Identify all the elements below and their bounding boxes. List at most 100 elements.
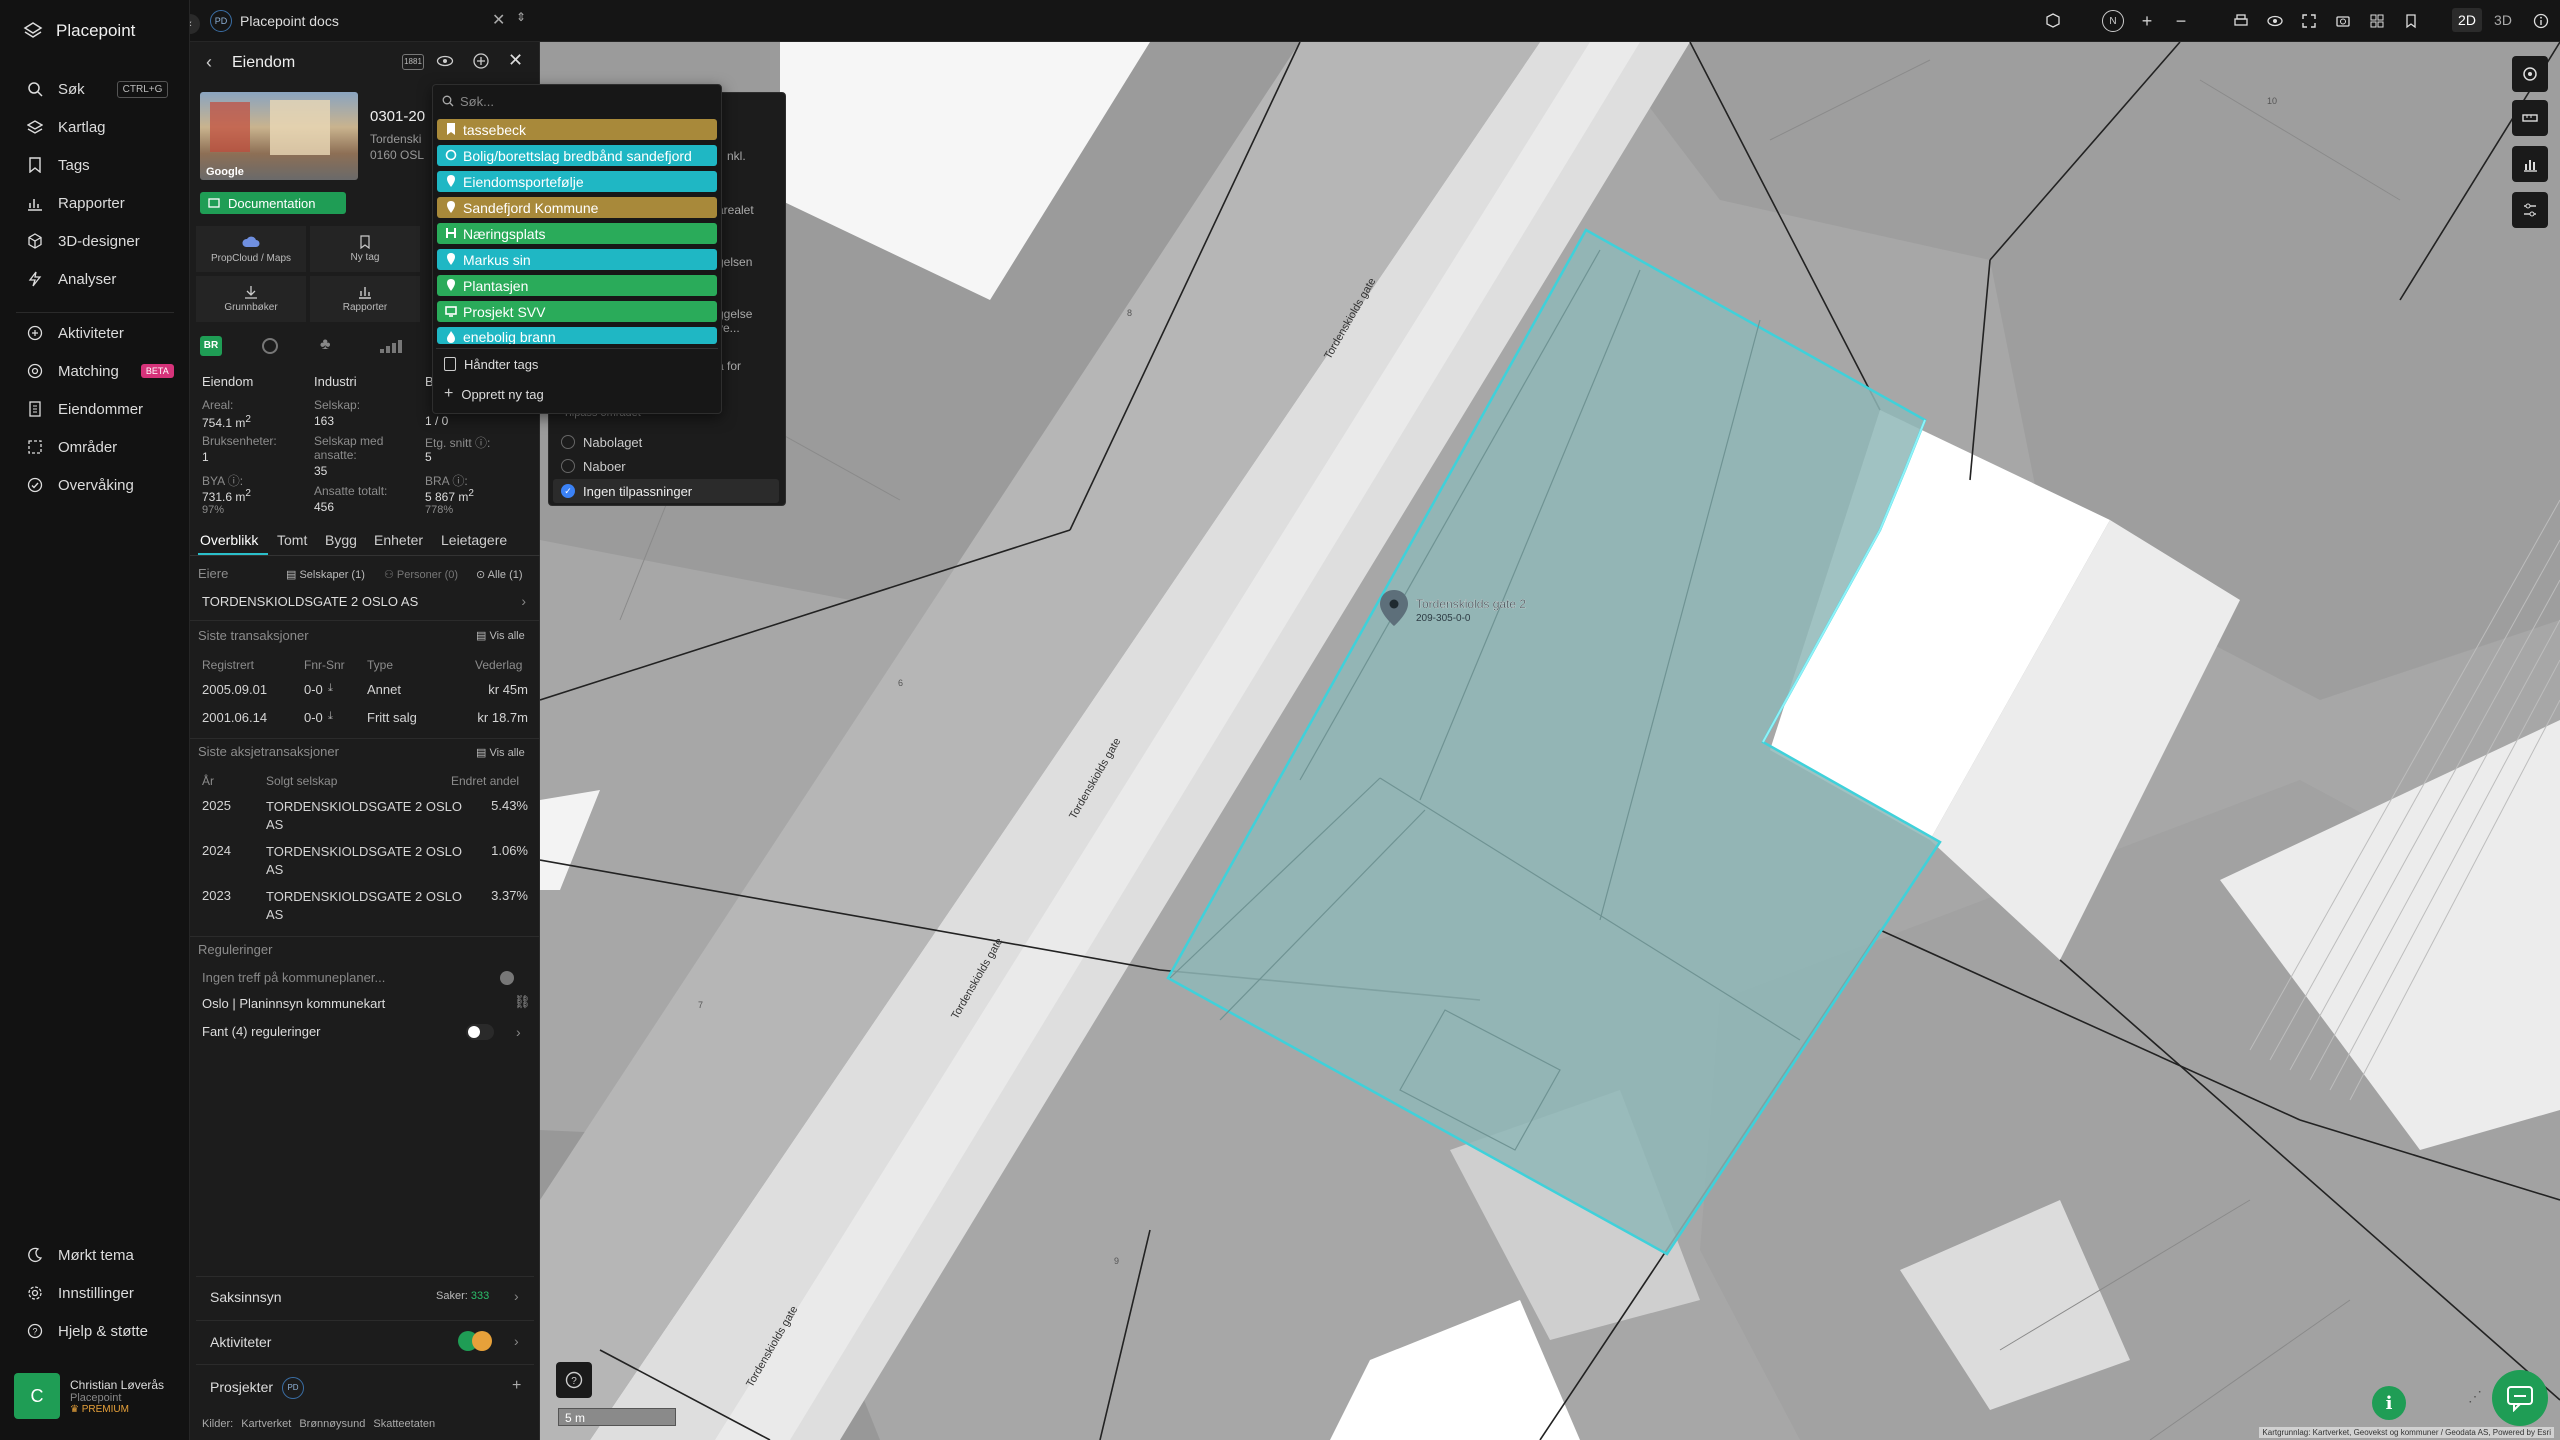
- help-button[interactable]: [2526, 6, 2556, 36]
- info-button[interactable]: i: [2372, 1386, 2406, 1420]
- map-layers-tool[interactable]: [2512, 56, 2548, 92]
- tag-option[interactable]: enebolig brann: [437, 327, 717, 344]
- sidebar-item-omrader[interactable]: Områder: [0, 428, 190, 466]
- panel-back-button[interactable]: ‹: [206, 52, 212, 73]
- br-badge[interactable]: BR: [200, 336, 222, 356]
- map-help-button[interactable]: ?: [556, 1362, 592, 1398]
- tag-option[interactable]: Bolig/borettslag bredbånd sandefjord: [437, 145, 717, 166]
- tag-option[interactable]: Prosjekt SVV: [437, 301, 717, 322]
- tag-option[interactable]: Eiendomsportefølje: [437, 171, 717, 192]
- expand-icon[interactable]: ⇕: [516, 10, 526, 24]
- sidebar-item-3d-designer[interactable]: 3D-designer: [0, 222, 190, 260]
- table-row[interactable]: 2005.09.01 0-0 ⤓ Annet kr 45m: [196, 676, 532, 702]
- owners-filter-all[interactable]: ⊙ Alle (1): [476, 568, 523, 581]
- sidebar-item-help[interactable]: ? Hjelp & støtte: [0, 1312, 190, 1350]
- regulations-toggle[interactable]: [466, 1024, 494, 1040]
- download-icon[interactable]: ⤓: [328, 710, 333, 723]
- tab-enheter[interactable]: Enheter: [374, 532, 423, 548]
- panel-add-button[interactable]: [472, 52, 490, 75]
- tab-bygg[interactable]: Bygg: [325, 532, 357, 548]
- map-canvas[interactable]: Tordenskiolds gate 2 209-305-0-0 Tordens…: [540, 42, 2560, 1440]
- tag-search-input[interactable]: Søk...: [436, 90, 718, 112]
- rapporter-action[interactable]: Rapporter: [310, 276, 420, 322]
- sidebar-item-kartlag[interactable]: Kartlag: [0, 108, 190, 146]
- manage-tags-button[interactable]: Håndter tags: [440, 352, 716, 376]
- tag-option[interactable]: Sandefjord Kommune: [437, 197, 717, 218]
- tab-tomt[interactable]: Tomt: [277, 532, 307, 548]
- sidebar-item-aktiviteter[interactable]: Aktiviteter: [0, 314, 190, 352]
- chat-button[interactable]: [2492, 1370, 2548, 1426]
- grunnboker-action[interactable]: Grunnbøker: [196, 276, 306, 322]
- share-tx-view-all[interactable]: ▤ Vis alle: [476, 746, 525, 759]
- source-skatteetaten[interactable]: Skatteetaten: [373, 1418, 435, 1430]
- sidebar-item-matching[interactable]: Matching BETA: [0, 352, 190, 390]
- owners-filter-companies[interactable]: ▤ Selskaper (1): [286, 568, 365, 581]
- panel-close-button[interactable]: ✕: [508, 50, 523, 71]
- radio-ingen-tilpassninger[interactable]: ✓ Ingen tilpassninger: [553, 479, 779, 503]
- sidebar-item-eiendommer[interactable]: Eiendommer: [0, 390, 190, 428]
- owners-filter-persons[interactable]: ⚇ Personer (0): [384, 568, 458, 581]
- workspace-selector[interactable]: PD Placepoint docs: [210, 8, 530, 34]
- print-button[interactable]: [2226, 6, 2256, 36]
- street-view-thumbnail[interactable]: Google: [200, 92, 358, 180]
- reg-row-planinnsyn[interactable]: Oslo | Planinnsyn kommunekart ⛓: [196, 992, 532, 1016]
- visibility-button[interactable]: [2260, 6, 2290, 36]
- download-icon[interactable]: ⤓: [328, 682, 333, 695]
- transactions-view-all[interactable]: ▤ Vis alle: [476, 629, 525, 642]
- plus-icon[interactable]: +: [512, 1377, 521, 1395]
- tag-option[interactable]: Plantasjen: [437, 275, 717, 296]
- fullscreen-button[interactable]: [2294, 6, 2324, 36]
- section-saksinnsyn[interactable]: Saksinnsyn Saker: 333 ›: [196, 1276, 534, 1316]
- map-measure-tool[interactable]: [2512, 100, 2548, 136]
- compass-button[interactable]: N: [2098, 6, 2128, 36]
- section-aktiviteter[interactable]: Aktiviteter ›: [196, 1320, 534, 1360]
- radio-naboer[interactable]: Naboer: [557, 455, 777, 477]
- reg-row-kommuneplan[interactable]: Ingen treff på kommuneplaner...: [196, 966, 532, 990]
- sidebar-item-dark-theme[interactable]: Mørkt tema: [0, 1236, 190, 1274]
- resize-handle[interactable]: ⋰: [2468, 1388, 2482, 1405]
- table-row[interactable]: 2025 TORDENSKIOLDSGATE 2 OSLO AS 5.43%: [196, 794, 532, 838]
- energy-icon[interactable]: [262, 338, 278, 354]
- reg-row-found[interactable]: Fant (4) reguleringer ›: [196, 1020, 532, 1044]
- source-kartverket[interactable]: Kartverket: [241, 1418, 291, 1430]
- sidebar-item-tags[interactable]: Tags: [0, 146, 190, 184]
- map-settings-tool[interactable]: [2512, 192, 2548, 228]
- toggle-disabled[interactable]: [500, 971, 514, 985]
- grid-button[interactable]: [2362, 6, 2392, 36]
- tag-option[interactable]: Markus sin: [437, 249, 717, 270]
- user-card[interactable]: C Christian Løverås Placepoint ♛ PREMIUM: [14, 1370, 184, 1422]
- propcloud-action[interactable]: PropCloud / Maps: [196, 226, 306, 272]
- tag-option[interactable]: Næringsplats: [437, 223, 717, 244]
- section-prosjekter[interactable]: Prosjekter PD +: [196, 1364, 534, 1404]
- bookmark-button[interactable]: [2396, 6, 2426, 36]
- documentation-tag[interactable]: Documentation: [200, 192, 346, 214]
- screenshot-button[interactable]: [2328, 6, 2358, 36]
- owner-row[interactable]: TORDENSKIOLDSGATE 2 OSLO AS ›: [196, 588, 532, 614]
- sidebar-item-analyser[interactable]: Analyser: [0, 260, 190, 298]
- table-row[interactable]: 2001.06.14 0-0 ⤓ Fritt salg kr 18.7m: [196, 704, 532, 730]
- new-tag-action[interactable]: Ny tag: [310, 226, 420, 272]
- mode-2d-button[interactable]: 2D: [2452, 8, 2482, 32]
- sidebar-item-rapporter[interactable]: Rapporter: [0, 184, 190, 222]
- radio-nabolaget[interactable]: Nabolaget: [557, 431, 777, 453]
- 3d-view-toggle[interactable]: [2038, 6, 2068, 36]
- close-workspace-icon[interactable]: ✕: [492, 10, 505, 30]
- source-bronnoysund[interactable]: Brønnøysund: [299, 1418, 365, 1430]
- table-row[interactable]: 2024 TORDENSKIOLDSGATE 2 OSLO AS 1.06%: [196, 839, 532, 883]
- map-chart-tool[interactable]: [2512, 146, 2548, 182]
- sidebar-item-overvaking[interactable]: Overvåking: [0, 466, 190, 504]
- tag-option[interactable]: tassebeck: [437, 119, 717, 140]
- table-row[interactable]: 2023 TORDENSKIOLDSGATE 2 OSLO AS 3.37%: [196, 884, 532, 928]
- sidebar-item-settings[interactable]: Innstillinger: [0, 1274, 190, 1312]
- plant-icon[interactable]: ♣: [320, 336, 331, 354]
- brand-logo[interactable]: Placepoint: [22, 20, 135, 42]
- tab-leietagere[interactable]: Leietagere: [441, 532, 507, 548]
- zoom-in-button[interactable]: +: [2132, 6, 2162, 36]
- sidebar-item-search[interactable]: Søk CTRL+G: [0, 70, 190, 108]
- zoom-out-button[interactable]: −: [2166, 6, 2196, 36]
- signal-icon[interactable]: [380, 340, 402, 353]
- tab-overblikk[interactable]: Overblikk: [200, 532, 258, 548]
- panel-id-badge[interactable]: 1881: [402, 54, 424, 70]
- mode-3d-button[interactable]: 3D: [2488, 8, 2518, 32]
- panel-visibility-button[interactable]: [436, 52, 454, 75]
